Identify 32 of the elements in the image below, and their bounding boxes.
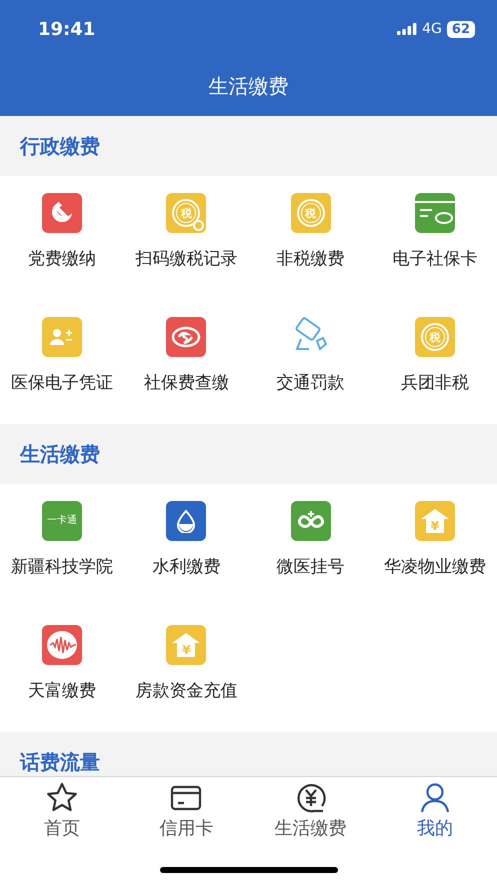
battery-level: 62 [446, 20, 475, 38]
service-item[interactable]: 水利缴费 [124, 484, 248, 608]
service-item[interactable]: 一卡通 新疆科技学院 [0, 484, 124, 608]
service-item[interactable]: 天富缴费 [0, 608, 124, 732]
service-item[interactable]: 税 扫码缴税记录 [124, 176, 248, 300]
section-title: 行政缴费 [20, 133, 100, 160]
house-yen-icon: ¥ [414, 501, 455, 541]
service-item[interactable]: 交通罚款 [248, 300, 373, 424]
network-label: 4G [422, 20, 442, 38]
service-item[interactable]: 党费缴纳 [0, 176, 124, 300]
tax-coin-icon: 税 [290, 193, 331, 233]
campus-card-icon: 一卡通 [42, 501, 82, 541]
service-item[interactable]: 社保费查缴 [124, 300, 248, 424]
tab-item[interactable]: 信用卡 [124, 777, 248, 841]
tax-coin-icon: 税 [414, 317, 455, 357]
status-time: 19:41 [38, 18, 96, 42]
tab-item[interactable]: 首页 [0, 777, 124, 841]
signal-icon [397, 23, 418, 35]
service-item[interactable]: 税 兵团非税 [372, 300, 497, 424]
tab-item[interactable]: 我的 [372, 777, 497, 841]
tax-search-icon: 税 [166, 193, 206, 233]
page-title: 生活缴费 [208, 73, 288, 100]
house-yen-icon: ¥ [166, 625, 206, 665]
section-title: 生活缴费 [20, 441, 100, 468]
tab-item[interactable]: 生活缴费 [248, 777, 373, 841]
service-item[interactable]: ¥ 房款资金充值 [124, 608, 248, 732]
service-item[interactable]: 微医挂号 [248, 484, 373, 608]
section-title: 话费流量 [20, 749, 100, 776]
service-item[interactable]: 医保电子凭证 [0, 300, 124, 424]
service-item[interactable]: ¥ 华凌物业缴费 [372, 484, 497, 608]
service-item[interactable]: 电子社保卡 [372, 176, 497, 300]
service-item[interactable]: 税 非税缴费 [248, 176, 373, 300]
